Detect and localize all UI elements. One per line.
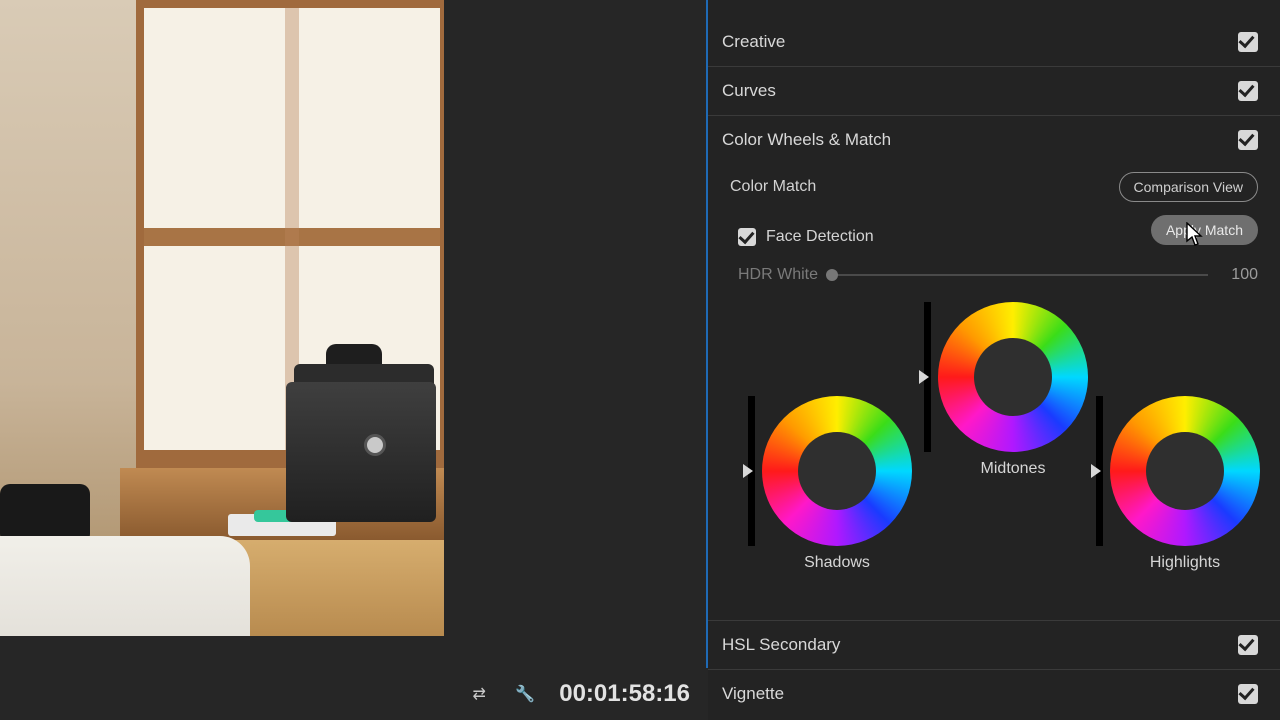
hdr-white-label: HDR White xyxy=(738,266,818,284)
wheel-label: Midtones xyxy=(938,460,1088,478)
section-toggle-hsl[interactable] xyxy=(1238,635,1258,655)
section-header-curves[interactable]: Curves xyxy=(708,67,1280,115)
highlights-luma-slider[interactable] xyxy=(1096,396,1103,546)
section-title: HSL Secondary xyxy=(722,635,840,655)
section-title: Color Wheels & Match xyxy=(722,130,891,150)
wheel-shadows[interactable]: Shadows xyxy=(748,396,912,572)
wrench-icon[interactable]: 🔧 xyxy=(513,684,537,704)
face-detection-row: Face Detection xyxy=(730,228,874,246)
wheel-label: Shadows xyxy=(762,554,912,572)
swap-icon[interactable]: ⇄ xyxy=(467,684,491,704)
section-title: Vignette xyxy=(722,684,784,704)
color-match-body: Color Match Comparison View Face Detecti… xyxy=(708,172,1280,620)
preview-toolbar: ⇄ 🔧 00:01:58:16 xyxy=(0,668,708,720)
wheel-label: Highlights xyxy=(1110,554,1260,572)
shadows-luma-slider[interactable] xyxy=(748,396,755,546)
section-header-vignette[interactable]: Vignette xyxy=(708,670,1280,718)
midtones-luma-slider[interactable] xyxy=(924,302,931,452)
section-color-wheels-match: Color Wheels & Match Color Match Compari… xyxy=(708,115,1280,620)
comparison-view-button[interactable]: Comparison View xyxy=(1119,172,1258,202)
section-toggle-cwm[interactable] xyxy=(1238,130,1258,150)
hdr-white-slider[interactable] xyxy=(832,274,1208,276)
face-detection-label: Face Detection xyxy=(766,228,874,246)
slider-thumb-icon[interactable] xyxy=(1091,464,1101,478)
section-curves: Curves xyxy=(708,66,1280,115)
wheel-highlights[interactable]: Highlights xyxy=(1096,396,1260,572)
timecode-display[interactable]: 00:01:58:16 xyxy=(559,680,690,708)
face-detection-checkbox[interactable] xyxy=(738,228,756,246)
lumetri-panel: Creative Curves Color Wheels & Match Col… xyxy=(708,0,1280,720)
slider-thumb-icon[interactable] xyxy=(919,370,929,384)
preview-pane: ⇄ 🔧 00:01:58:16 xyxy=(0,0,708,720)
hdr-white-value[interactable]: 100 xyxy=(1222,266,1258,284)
section-creative: Creative xyxy=(708,18,1280,66)
color-match-title: Color Match xyxy=(730,178,816,196)
section-vignette: Vignette xyxy=(708,669,1280,718)
hdr-white-slider-thumb[interactable] xyxy=(826,269,838,281)
section-toggle-curves[interactable] xyxy=(1238,81,1258,101)
wheel-midtones[interactable]: Midtones xyxy=(924,302,1088,478)
shadows-color-wheel[interactable] xyxy=(762,396,912,546)
section-toggle-vignette[interactable] xyxy=(1238,684,1258,704)
slider-thumb-icon[interactable] xyxy=(743,464,753,478)
section-header-cwm[interactable]: Color Wheels & Match xyxy=(708,116,1280,164)
midtones-color-wheel[interactable] xyxy=(938,302,1088,452)
apply-match-button[interactable]: Apply Match xyxy=(1151,215,1258,245)
section-hsl-secondary: HSL Secondary xyxy=(708,620,1280,669)
section-title: Creative xyxy=(722,32,785,52)
program-monitor[interactable] xyxy=(0,0,444,636)
hdr-white-row: HDR White 100 xyxy=(730,266,1258,284)
highlights-color-wheel[interactable] xyxy=(1110,396,1260,546)
section-header-hsl[interactable]: HSL Secondary xyxy=(708,621,1280,669)
section-title: Curves xyxy=(722,81,776,101)
color-wheels: Shadows Midtones Highlights xyxy=(730,302,1258,602)
section-header-creative[interactable]: Creative xyxy=(708,18,1280,66)
section-toggle-creative[interactable] xyxy=(1238,32,1258,52)
app-root: ⇄ 🔧 00:01:58:16 Creative Curves Color Wh… xyxy=(0,0,1280,720)
